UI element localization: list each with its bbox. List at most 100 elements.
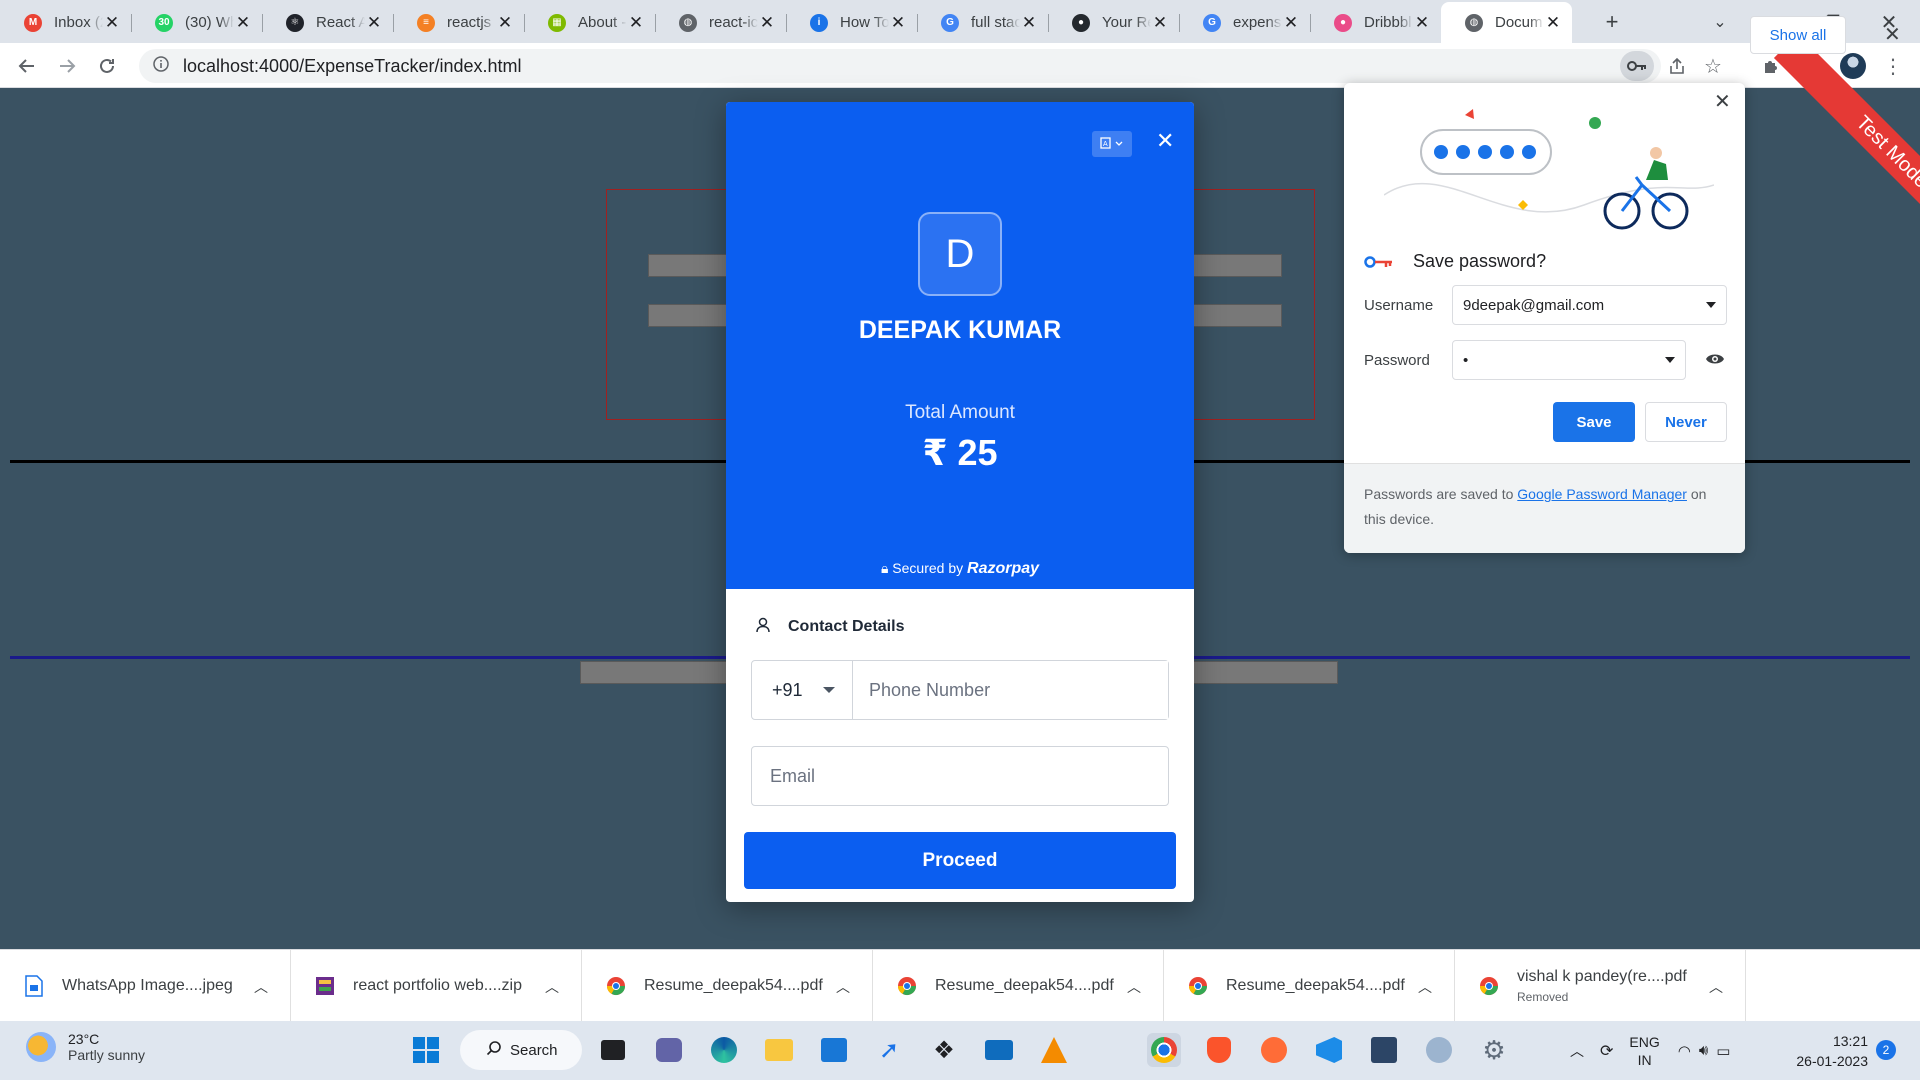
edge-icon[interactable]	[707, 1033, 741, 1067]
sync-icon[interactable]: ⟳	[1600, 1041, 1613, 1061]
forward-arrow-icon[interactable]	[52, 51, 82, 81]
browser-tab[interactable]: M Inbox (2 ✕	[0, 2, 131, 43]
chevron-up-icon[interactable]: ︿	[1709, 977, 1723, 997]
close-tab-icon[interactable]: ✕	[889, 13, 907, 33]
tab-title: expense	[1233, 14, 1282, 31]
task-view-icon[interactable]	[596, 1033, 630, 1067]
close-tab-icon[interactable]: ✕	[1020, 13, 1038, 33]
notification-badge[interactable]: 2	[1876, 1040, 1896, 1060]
dropdown-arrow-icon	[1665, 357, 1675, 363]
password-value: •	[1463, 351, 1469, 369]
browser-tab[interactable]: Gexpense✕	[1179, 2, 1310, 43]
vscode-icon[interactable]	[1312, 1033, 1346, 1067]
proceed-button[interactable]: Proceed	[744, 832, 1176, 889]
merchant-name: DEEPAK KUMAR	[858, 316, 1062, 344]
tab-search-chevron-icon[interactable]: ⌄	[1704, 6, 1736, 38]
close-icon[interactable]: ✕	[1156, 128, 1174, 154]
password-select[interactable]: •	[1452, 340, 1686, 380]
browser-tab[interactable]: i How To ✕	[786, 2, 917, 43]
browser-tab[interactable]: Gfull stac ✕	[917, 2, 1048, 43]
dropbox-icon[interactable]: ❖	[927, 1033, 961, 1067]
chrome-menu-icon[interactable]: ⋮	[1878, 51, 1908, 81]
chevron-up-icon[interactable]: ︿	[254, 977, 268, 997]
download-item[interactable]: Resume_deepak54....pdf ︿	[1164, 949, 1455, 1022]
tab-title: full stac	[971, 14, 1020, 31]
taskbar-search[interactable]: Search	[460, 1030, 582, 1070]
profile-avatar[interactable]	[1838, 51, 1868, 81]
save-password-button[interactable]: Save	[1553, 402, 1635, 442]
reload-icon[interactable]	[92, 51, 122, 81]
chevron-up-icon[interactable]: ︿	[1418, 977, 1432, 997]
browser-tab[interactable]: ▦ About - ✕	[524, 2, 655, 43]
teams-chat-icon[interactable]	[652, 1033, 686, 1067]
new-tab-button[interactable]: +	[1596, 6, 1628, 38]
close-tab-icon[interactable]: ✕	[1282, 13, 1300, 33]
download-item[interactable]: Resume_deepak54....pdf ︿	[582, 949, 873, 1022]
settings-gear-icon[interactable]: ⚙	[1477, 1033, 1511, 1067]
chevron-up-icon[interactable]: ︿	[1127, 977, 1141, 997]
never-button[interactable]: Never	[1645, 402, 1727, 442]
postman-icon[interactable]	[1257, 1033, 1291, 1067]
microsoft-store-icon[interactable]	[817, 1033, 851, 1067]
site-info-icon[interactable]	[153, 55, 169, 77]
chevron-up-icon[interactable]: ︿	[836, 977, 850, 997]
browser-tab[interactable]: ● Dribbbl ✕	[1310, 2, 1441, 43]
browser-tab[interactable]: ● Your Re ✕	[1048, 2, 1179, 43]
url-text[interactable]: localhost:4000/ExpenseTracker/index.html	[183, 56, 522, 77]
vlc-icon[interactable]	[1037, 1033, 1071, 1067]
browser-tab[interactable]: 30 (30) Wh ✕	[131, 2, 262, 43]
browser-tab[interactable]: ⚛ React A ✕	[262, 2, 393, 43]
bookmark-star-icon[interactable]: ☆	[1696, 51, 1730, 81]
password-manager-link[interactable]: Google Password Manager	[1517, 486, 1687, 502]
clock[interactable]: 13:21 26-01-2023	[1788, 1031, 1868, 1071]
close-icon[interactable]: ✕	[1714, 89, 1731, 114]
address-bar[interactable]: localhost:4000/ExpenseTracker/index.html…	[139, 49, 1722, 83]
close-tab-icon[interactable]: ✕	[365, 13, 383, 33]
windows-start-icon[interactable]	[409, 1033, 443, 1067]
mail-icon[interactable]	[982, 1033, 1016, 1067]
wifi-icon[interactable]: ◠	[1678, 1042, 1691, 1060]
network-tool-icon[interactable]	[1422, 1033, 1456, 1067]
weather-widget[interactable]: 23°C Partly sunny	[26, 1031, 145, 1063]
battery-icon[interactable]: ▭	[1716, 1042, 1730, 1060]
brave-icon[interactable]	[1202, 1033, 1236, 1067]
close-tab-icon[interactable]: ✕	[1544, 13, 1562, 33]
footer-text: Passwords are saved to	[1364, 486, 1514, 502]
show-all-downloads-button[interactable]: Show all	[1750, 16, 1846, 54]
browser-tab[interactable]: ≡ reactjs ✕	[393, 2, 524, 43]
share-icon[interactable]	[1660, 51, 1694, 81]
show-password-eye-icon[interactable]	[1705, 351, 1725, 372]
close-tab-icon[interactable]: ✕	[627, 13, 645, 33]
username-select[interactable]: 9deepak@gmail.com	[1452, 285, 1727, 325]
tab-title: About -	[578, 14, 627, 31]
password-key-icon[interactable]	[1620, 51, 1654, 81]
close-tab-icon[interactable]: ✕	[234, 13, 252, 33]
close-shelf-icon[interactable]: ✕	[1884, 22, 1901, 47]
download-item[interactable]: WhatsApp Image....jpeg ︿	[0, 949, 291, 1022]
power-automate-icon[interactable]: ➚	[872, 1033, 906, 1067]
back-arrow-icon[interactable]	[12, 51, 42, 81]
language-selector-icon[interactable]: A	[1092, 131, 1132, 157]
volume-icon[interactable]: 🔊︎	[1699, 1042, 1708, 1059]
eclipse-icon[interactable]	[1367, 1033, 1401, 1067]
download-item[interactable]: vishal k pandey(re....pdf Removed ︿	[1455, 949, 1746, 1022]
close-tab-icon[interactable]: ✕	[496, 13, 514, 33]
close-tab-icon[interactable]: ✕	[758, 13, 776, 33]
phone-number-input[interactable]	[853, 661, 1168, 719]
download-item[interactable]: Resume_deepak54....pdf ︿	[873, 949, 1164, 1022]
browser-tab[interactable]: ◍ Docum ✕	[1441, 2, 1572, 43]
close-tab-icon[interactable]: ✕	[1413, 13, 1431, 33]
browser-tab[interactable]: ◍ react-ic ✕	[655, 2, 786, 43]
email-input[interactable]	[751, 746, 1169, 806]
chevron-up-icon[interactable]: ︿	[545, 977, 559, 997]
file-explorer-icon[interactable]	[762, 1033, 796, 1067]
phone-field-group: +91	[751, 660, 1169, 720]
password-label: Password	[1364, 352, 1430, 369]
chevron-up-icon[interactable]: ︿	[1570, 1041, 1584, 1061]
download-item[interactable]: react portfolio web....zip ︿	[291, 949, 582, 1022]
close-tab-icon[interactable]: ✕	[103, 13, 121, 33]
language-indicator[interactable]: ENG IN	[1629, 1033, 1659, 1069]
country-code-select[interactable]: +91	[752, 661, 853, 719]
chrome-taskbar-icon[interactable]	[1147, 1033, 1181, 1067]
close-tab-icon[interactable]: ✕	[1151, 13, 1169, 33]
